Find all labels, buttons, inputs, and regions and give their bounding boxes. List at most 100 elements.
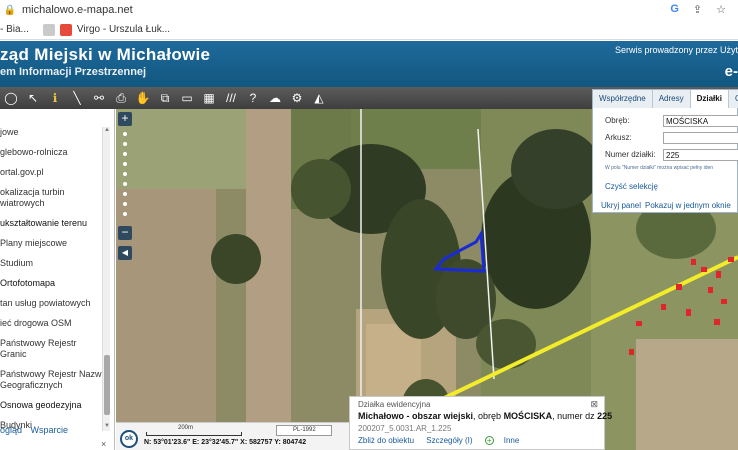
site-header: ząd Miejski w Michałowie em Informacji P… xyxy=(0,41,738,87)
print-icon[interactable]: ⎙ xyxy=(110,88,132,108)
zoom-level-1[interactable] xyxy=(123,132,127,136)
bookmark-2[interactable]: Virgo - Urszula Łuk... xyxy=(42,23,171,36)
google-icon[interactable]: G xyxy=(670,3,679,16)
globe-icon[interactable]: ◯ xyxy=(0,88,22,108)
cloud-icon[interactable]: ☁ xyxy=(264,88,286,108)
brand-logo: e- xyxy=(724,63,738,80)
search-tabs: Współrzędne Adresy Działki Obi xyxy=(593,90,738,108)
popup-obreb: MOŚCISKA xyxy=(503,411,553,421)
support-link[interactable]: Wsparcie xyxy=(31,425,69,435)
parcel-search-panel: Współrzędne Adresy Działki Obi Obręb: MO… xyxy=(592,89,738,213)
bookmark-1-label: - Bia... xyxy=(0,24,29,35)
parcel-info-popup: Działka ewidencyjna ⊠ Michałowo - obszar… xyxy=(349,396,612,450)
layer-item[interactable]: ukształtowanie terenu xyxy=(0,218,104,229)
layer-item[interactable]: jowe xyxy=(0,127,104,138)
more-link[interactable]: Inne xyxy=(504,436,520,445)
layer-item[interactable]: tan usług powiatowych xyxy=(0,298,104,309)
layers-panel: jowe glebowo-rolnicza ortal.gov.pl okalizac… xyxy=(0,109,115,450)
zoom-level-7[interactable] xyxy=(123,192,127,196)
ok-button[interactable]: ok xyxy=(120,430,138,448)
measure-line-icon[interactable]: ╲ xyxy=(66,88,88,108)
bookmark-icon xyxy=(42,23,55,36)
layer-scrollbar[interactable]: ▲ ▼ xyxy=(102,127,110,431)
zoom-in-button[interactable]: + xyxy=(118,112,132,126)
status-bar: ok 200m PL-1992 N: 53°01'23.6" E: 23°32'… xyxy=(116,422,349,450)
layers-icon[interactable]: ⧉ xyxy=(154,88,176,108)
layer-item[interactable]: Państwowy Rejestr Granic xyxy=(0,338,104,360)
arkusz-label: Arkusz: xyxy=(605,133,632,142)
layer-item[interactable]: Osnowa geodezyjna xyxy=(0,400,104,411)
parcel-number-label: Numer działki: xyxy=(605,150,656,159)
tab-objects[interactable]: Obi xyxy=(728,90,738,108)
layer-item[interactable]: Plany miejscowe xyxy=(0,238,104,249)
pointer-icon[interactable]: ↖ xyxy=(22,88,44,108)
layer-item[interactable]: ieć drogowa OSM xyxy=(0,318,104,329)
tab-parcels[interactable]: Działki xyxy=(690,90,729,108)
parcel-number-input[interactable]: 225 xyxy=(663,149,738,161)
obreb-select[interactable]: MOŚCISKA xyxy=(663,115,738,127)
zoom-level-6[interactable] xyxy=(123,182,127,186)
virgo-icon xyxy=(59,23,72,36)
left-footer: ogląd Wsparcie xyxy=(0,425,115,439)
grid-icon[interactable]: ▦ xyxy=(198,88,220,108)
tab-addresses[interactable]: Adresy xyxy=(652,90,691,108)
url-text[interactable]: michalowo.e-mapa.net xyxy=(22,4,133,16)
site-title: ząd Miejski w Michałowie xyxy=(0,45,211,64)
zoom-level-3[interactable] xyxy=(123,152,127,156)
coord-y: Y: 804742 xyxy=(274,439,307,446)
zoom-control: + − xyxy=(118,112,132,258)
zoom-level-5[interactable] xyxy=(123,172,127,176)
settings-icon[interactable]: ⚙ xyxy=(286,88,308,108)
parcel-number-hint: W polu "Numer działki" można wpisać pełn… xyxy=(605,165,714,171)
scroll-up-icon[interactable]: ▲ xyxy=(103,127,111,135)
coord-e: E: 23°32'45.7" xyxy=(192,439,239,446)
popup-parcel-description: Michałowo - obszar wiejski, obręb MOŚCIS… xyxy=(358,411,612,421)
layer-list: jowe glebowo-rolnicza ortal.gov.pl okalizac… xyxy=(0,127,104,431)
hide-panel-link[interactable]: Ukryj panel xyxy=(601,201,641,210)
star-icon[interactable]: ☆ xyxy=(716,3,726,16)
projection-select[interactable]: PL-1992 xyxy=(276,425,332,436)
bookmarks-bar: - Bia... Virgo - Urszula Łuk... xyxy=(0,20,738,40)
details-link[interactable]: Szczegóły (I) xyxy=(426,436,472,445)
pan-icon[interactable]: ✋ xyxy=(132,88,154,108)
zoom-level-9[interactable] xyxy=(123,212,127,216)
popup-parcel-id: 200207_5.0031.AR_1.225 xyxy=(358,424,452,433)
bookmark-2-label: Virgo - Urszula Łuk... xyxy=(76,24,171,35)
browser-address-bar[interactable]: 🔒 michalowo.e-mapa.net G ⇪ ☆ xyxy=(0,0,738,20)
layer-item[interactable]: Studium xyxy=(0,258,104,269)
share-icon[interactable]: ⇪ xyxy=(693,3,702,16)
zoom-out-button[interactable]: − xyxy=(118,226,132,240)
plus-icon[interactable]: + xyxy=(484,436,494,445)
popup-close-icon[interactable]: ⊠ xyxy=(590,399,598,410)
scale-bar xyxy=(146,432,242,436)
single-window-link[interactable]: Pokazuj w jednym oknie xyxy=(645,201,731,210)
coord-n: N: 53°01'23.6" xyxy=(144,439,191,446)
zoom-level-8[interactable] xyxy=(123,202,127,206)
layer-item[interactable]: okalizacja turbin wiatrowych xyxy=(0,187,104,209)
arkusz-input[interactable] xyxy=(663,132,738,144)
help-icon[interactable]: ? xyxy=(242,88,264,108)
obreb-label: Obręb: xyxy=(605,116,630,125)
layer-item[interactable]: Ortofotomapa xyxy=(0,278,104,289)
clear-selection-link[interactable]: Czyść selekcję xyxy=(605,182,658,191)
hatch-icon[interactable]: /// xyxy=(220,88,242,108)
info-icon[interactable]: ℹ xyxy=(44,88,66,108)
tab-coordinates[interactable]: Współrzędne xyxy=(593,90,653,108)
bookmark-1[interactable]: - Bia... xyxy=(0,24,29,35)
layer-item[interactable]: Państwowy Rejestr Nazw Geograficznych xyxy=(0,369,104,391)
zoom-level-2[interactable] xyxy=(123,142,127,146)
zoom-to-object-link[interactable]: Zbliż do obiektu xyxy=(358,436,414,445)
layer-item[interactable]: glebowo-rolnicza xyxy=(0,147,104,158)
link-icon[interactable]: ⚯ xyxy=(88,88,110,108)
popup-title: Działka ewidencyjna xyxy=(358,400,431,409)
scroll-thumb[interactable] xyxy=(104,355,110,415)
zoom-level-4[interactable] xyxy=(123,162,127,166)
save-icon[interactable]: ▭ xyxy=(176,88,198,108)
panel-close-icon[interactable]: × xyxy=(101,439,106,449)
layer-item[interactable]: ortal.gov.pl xyxy=(0,167,104,178)
scale-label: 200m xyxy=(178,425,194,431)
triangle-icon[interactable]: ◭ xyxy=(308,88,330,108)
collapse-panel-icon[interactable]: ◀ xyxy=(118,246,132,260)
popup-number-prefix: , numer dz xyxy=(552,411,598,421)
preview-link[interactable]: ogląd xyxy=(0,425,22,435)
